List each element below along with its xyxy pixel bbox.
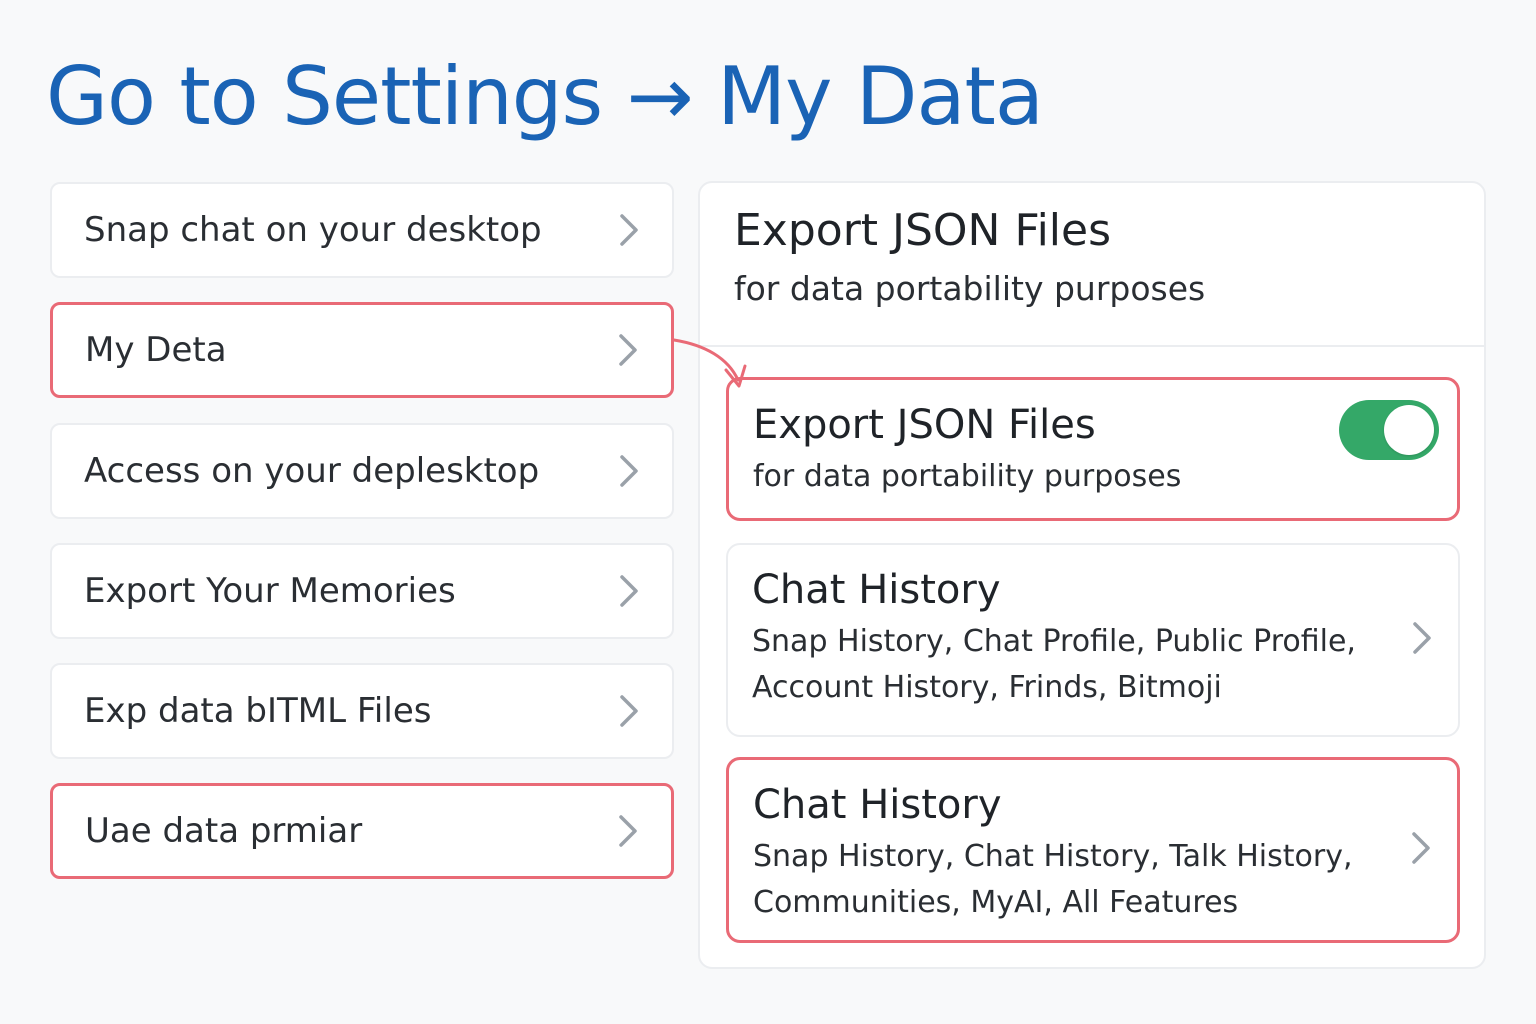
chevron-right-icon <box>616 210 642 250</box>
menu-item-use-data[interactable]: Uae data prmiar <box>50 783 674 879</box>
chevron-right-icon <box>615 811 641 851</box>
panel-header: Export JSON Files for data portability p… <box>700 183 1484 347</box>
page-title: Go to Settings → My Data <box>46 50 1044 143</box>
menu-item-snapchat-desktop[interactable]: Snap chat on your desktop <box>50 182 674 278</box>
page: Go to Settings → My Data Snap chat on yo… <box>0 0 1536 1024</box>
menu-item-label: Exp data bITML Files <box>84 691 432 731</box>
menu-item-label: Export Your Memories <box>84 571 456 611</box>
panel-header-subtitle: for data portability purposes <box>734 269 1206 308</box>
menu-item-export-memories[interactable]: Export Your Memories <box>50 543 674 639</box>
chevron-right-icon <box>616 451 642 491</box>
chat-history-desc-line-2: Account History, Frinds, Bitmoji <box>752 670 1222 705</box>
chat-history-title: Chat History <box>752 567 1001 613</box>
menu-item-export-html[interactable]: Exp data bITML Files <box>50 663 674 759</box>
chat-history-desc-line-1: Snap History, Chat History, Talk History… <box>753 839 1353 874</box>
chat-history-title: Chat History <box>753 782 1002 828</box>
export-json-card[interactable]: Export JSON Files for data portability p… <box>726 377 1460 521</box>
chevron-right-icon <box>616 691 642 731</box>
chevron-right-icon <box>1411 831 1431 869</box>
menu-item-label: My Deta <box>85 330 227 370</box>
toggle-knob <box>1384 405 1434 455</box>
chat-history-card-2[interactable]: Chat History Snap History, Chat History,… <box>726 757 1460 943</box>
chat-history-desc-line-2: Communities, MyAI, All Features <box>753 885 1239 920</box>
menu-item-my-data[interactable]: My Deta <box>50 302 674 398</box>
menu-item-access-desktop[interactable]: Access on your deplesktop <box>50 423 674 519</box>
export-json-toggle[interactable] <box>1339 400 1439 460</box>
menu-item-label: Snap chat on your desktop <box>84 210 542 250</box>
chevron-right-icon <box>616 571 642 611</box>
chat-history-desc-line-1: Snap History, Chat Profile, Public Profi… <box>752 624 1356 659</box>
chat-history-card-1[interactable]: Chat History Snap History, Chat Profile,… <box>726 543 1460 737</box>
my-data-panel: Export JSON Files for data portability p… <box>698 181 1486 969</box>
menu-item-label: Uae data prmiar <box>85 811 363 851</box>
panel-header-title: Export JSON Files <box>734 205 1112 256</box>
chevron-right-icon <box>615 330 641 370</box>
chevron-right-icon <box>1412 621 1432 659</box>
export-json-subtitle: for data portability purposes <box>753 459 1182 494</box>
menu-item-label: Access on your deplesktop <box>84 451 540 491</box>
